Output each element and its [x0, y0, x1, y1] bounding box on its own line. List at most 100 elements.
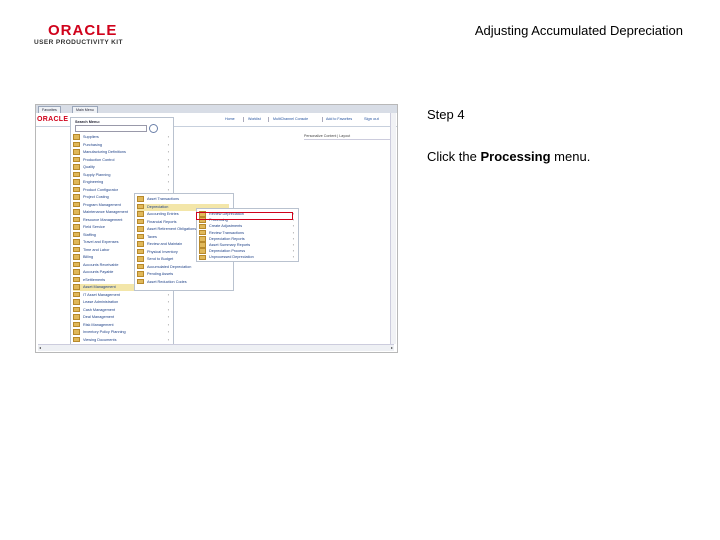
main-menu-item-label: Time and Labor [83, 247, 110, 252]
main-menu-item-label: Purchasing [83, 142, 102, 147]
step-title: Step 4 [427, 107, 465, 122]
folder-icon [137, 203, 144, 210]
submenu-item-label: Physical Inventory [147, 249, 178, 254]
main-menu-item[interactable]: Supply Planning › [73, 171, 169, 179]
nav-home-link[interactable]: Home [225, 117, 235, 121]
main-menu-item[interactable]: Deal Management › [73, 314, 169, 321]
instruction-target: Processing [480, 149, 551, 164]
main-menu-item[interactable]: Production Control › [73, 156, 169, 164]
submenu-item-label: Review and Maintain [147, 242, 183, 246]
processing-highlight [196, 212, 293, 220]
chevron-right-icon: › [167, 157, 169, 162]
instruction-prefix: Click the [427, 149, 481, 164]
chevron-right-icon: › [167, 150, 169, 154]
submenu-item-label: Financial Reports [147, 219, 177, 224]
main-menu-item-label: Staffing [83, 232, 96, 237]
main-menu-item-label: Travel and Expenses [83, 240, 119, 244]
scroll-left-icon[interactable]: ◂ [39, 345, 41, 350]
main-menu-item-label: Risk Management [83, 322, 114, 327]
horizontal-scrollbar[interactable]: ◂ ▸ [38, 344, 394, 351]
main-menu-item[interactable]: Inventory Policy Planning › [73, 329, 169, 336]
main-menu-item[interactable]: Manufacturing Definitions › [73, 149, 169, 156]
divider [304, 139, 390, 140]
folder-icon [73, 329, 80, 335]
main-menu-item-label: Viewing Documents [83, 337, 117, 342]
nav-add-favorites-link[interactable]: Add to Favorites [326, 117, 352, 121]
folder-icon [73, 291, 80, 298]
depreciation-submenu-item-label: Asset Summary Reports [209, 243, 251, 247]
main-menu-item[interactable]: Suppliers › [73, 134, 169, 141]
folder-icon [73, 254, 80, 260]
chevron-right-icon: › [167, 180, 169, 184]
main-menu-item-label: Billing [83, 255, 94, 259]
main-menu-item[interactable]: Quality › [73, 164, 169, 171]
instruction-suffix: menu. [550, 149, 591, 164]
folder-icon [137, 248, 144, 255]
folder-icon [73, 141, 80, 148]
submenu-item[interactable]: Accumulated Depreciation [137, 263, 229, 271]
main-menu-item[interactable]: Cash Management › [73, 306, 169, 314]
submenu-item[interactable]: Asset Reduction Codes [137, 278, 229, 286]
folder-icon [73, 276, 80, 283]
folder-icon [73, 171, 80, 178]
nav-separator [243, 117, 244, 122]
chevron-right-icon: › [167, 172, 169, 177]
folder-icon [73, 164, 80, 170]
submenu-item[interactable]: Asset Transactions [137, 196, 229, 203]
browser-tab-bar: Favorites Main Menu [36, 105, 397, 114]
folder-icon [73, 194, 80, 200]
folder-icon [137, 233, 144, 240]
folder-icon [73, 209, 80, 215]
nav-multichannel-link[interactable]: MultiChannel Console [273, 117, 308, 121]
search-menu-label: Search Menu: [75, 120, 100, 124]
folder-icon [73, 314, 80, 320]
folder-icon [199, 229, 206, 236]
main-menu-item-label: Quality [83, 165, 95, 169]
submenu-item-label: Taxes [147, 234, 157, 239]
main-menu-item-label: Suppliers [83, 135, 99, 139]
search-go-icon[interactable] [149, 124, 158, 133]
main-menu-item[interactable]: Purchasing › [73, 141, 169, 149]
vertical-scrollbar[interactable] [390, 113, 396, 344]
chevron-right-icon: › [167, 142, 169, 147]
nav-separator [268, 117, 269, 122]
main-menu-item[interactable]: Lease Administration › [73, 299, 169, 306]
chevron-right-icon: › [167, 292, 169, 297]
sign-out-link[interactable]: Sign out [364, 116, 379, 121]
chevron-right-icon: › [167, 337, 169, 342]
folder-icon [137, 263, 144, 270]
depreciation-submenu-item[interactable]: Unprocessed Depreciation › [199, 254, 294, 261]
main-menu-item[interactable]: IT Asset Management › [73, 291, 169, 299]
folder-icon [137, 226, 144, 232]
main-menu-item-label: eSettlements [83, 277, 106, 282]
submenu-item[interactable]: Pending Assets [137, 271, 229, 278]
step-instruction: Click the Processing menu. [427, 149, 590, 164]
main-menu-item-label: Supply Planning [83, 172, 111, 177]
nav-worklist-link[interactable]: Worklist [248, 117, 261, 121]
main-menu-item[interactable]: Viewing Documents › [73, 336, 169, 344]
chevron-right-icon: › [167, 315, 169, 319]
folder-icon [73, 284, 80, 290]
upk-logo-text: USER PRODUCTIVITY KIT [34, 39, 123, 46]
folder-icon [73, 186, 80, 193]
main-menu-item[interactable]: Engineering › [73, 179, 169, 186]
folder-icon [73, 134, 80, 140]
folder-icon [199, 242, 206, 248]
folder-icon [73, 321, 80, 328]
folder-icon [73, 179, 80, 185]
folder-icon [73, 269, 80, 275]
main-menu-item-label: Inventory Policy Planning [83, 330, 126, 334]
main-menu-item[interactable]: Risk Management › [73, 321, 169, 329]
main-menu-item-label: Product Configurator [83, 187, 119, 192]
folder-icon [73, 246, 80, 253]
depreciation-submenu-item-label: Review Transactions [209, 230, 245, 235]
personalize-links[interactable]: Personalize Content | Layout [304, 134, 350, 138]
search-menu-input[interactable] [75, 125, 147, 132]
folder-icon [137, 241, 144, 247]
folder-icon [73, 224, 80, 230]
scroll-right-icon[interactable]: ▸ [391, 345, 393, 350]
folder-icon [73, 299, 80, 305]
folder-icon [199, 236, 206, 242]
depreciation-submenu-item-label: Depreciation Reports [209, 236, 245, 241]
submenu-item-label: Depreciation [147, 204, 169, 209]
